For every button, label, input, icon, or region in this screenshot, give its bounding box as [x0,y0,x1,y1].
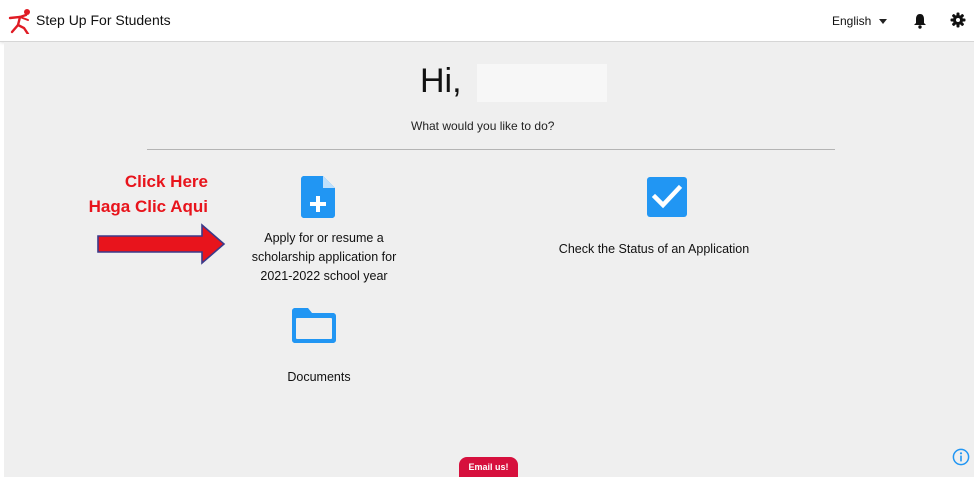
apply-label-line: Apply for or resume a [264,231,384,245]
apply-label-line: 2021-2022 school year [260,269,388,283]
user-name-redacted [477,64,607,102]
gear-icon[interactable] [950,12,966,28]
greeting: Hi, [420,62,462,100]
divider [147,149,835,150]
checkbox-icon [647,177,687,217]
prompt-text: What would you like to do? [411,119,555,133]
apply-scholarship-button[interactable]: Apply for or resume a scholarship applic… [234,175,414,290]
check-status-label: Check the Status of an Application [558,242,750,256]
top-bar: Step Up For Students English [0,0,974,42]
arrow-right-icon [97,223,226,265]
documents-label: Documents [287,370,351,384]
main-content: Hi, What would you like to do? Click Her… [4,42,974,477]
stepup-logo-icon[interactable] [8,8,34,34]
apply-label-line: scholarship application for [251,250,397,264]
file-plus-icon [301,176,335,218]
brand-name[interactable]: Step Up For Students [36,12,171,28]
bell-icon[interactable] [913,13,927,29]
email-us-button[interactable]: Email us! [459,457,518,477]
language-select[interactable]: English [832,14,871,28]
haga-clic-label: Haga Clic Aqui [88,197,208,216]
click-here-label: Click Here [124,172,208,191]
apply-label: Apply for or resume a scholarship applic… [234,229,414,286]
check-status-button[interactable]: Check the Status of an Application [534,175,774,265]
folder-icon [292,308,336,343]
chevron-down-icon[interactable] [879,19,887,24]
info-icon[interactable] [952,448,970,466]
documents-button[interactable]: Documents [254,304,384,389]
